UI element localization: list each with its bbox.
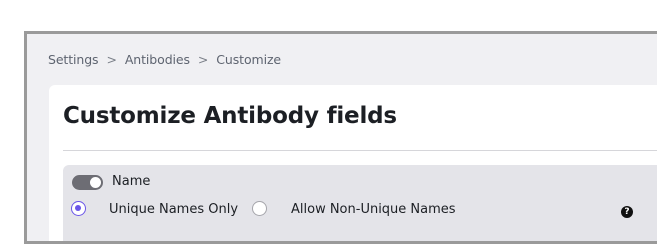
divider	[63, 150, 657, 151]
breadcrumb-item-antibodies[interactable]: Antibodies	[125, 52, 190, 67]
breadcrumb-separator: >	[197, 52, 209, 67]
breadcrumb: Settings > Antibodies > Customize	[48, 52, 281, 67]
unique-names-label[interactable]: Unique Names Only	[109, 202, 238, 217]
uniqueness-radio-group: Unique Names Only Allow Non-Unique Names…	[71, 201, 657, 219]
breadcrumb-separator: >	[106, 52, 117, 67]
breadcrumb-item-customize: Customize	[216, 52, 281, 67]
breadcrumb-item-settings[interactable]: Settings	[48, 52, 99, 67]
unique-names-radio[interactable]	[71, 201, 86, 216]
name-field-panel: Name Unique Names Only Allow Non-Unique …	[63, 165, 657, 241]
non-unique-names-label[interactable]: Allow Non-Unique Names	[291, 202, 456, 217]
app-frame: Settings > Antibodies > Customize Customize …	[24, 31, 657, 244]
help-icon[interactable]: ?	[621, 206, 633, 218]
toggle-knob	[90, 177, 101, 188]
name-toggle[interactable]	[72, 175, 103, 190]
page-title: Customize Antibody fields	[63, 103, 397, 129]
content-card: Customize Antibody fields Name Unique Na…	[49, 85, 657, 241]
name-toggle-label: Name	[112, 174, 151, 189]
non-unique-names-radio[interactable]	[252, 201, 267, 216]
